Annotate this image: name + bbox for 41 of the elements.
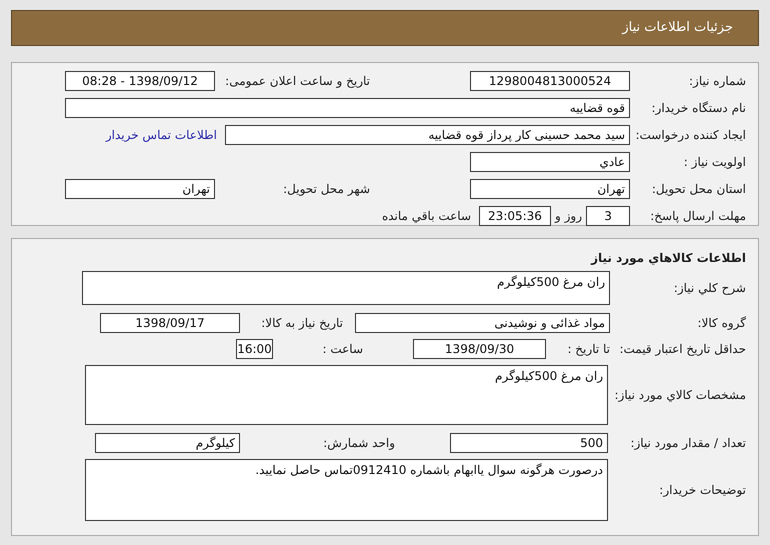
- value-field: 16:00: [236, 339, 273, 359]
- field-label: ساعت باقي مانده: [382, 208, 471, 225]
- field-label: واحد شمارش:: [322, 435, 396, 452]
- field-label: شرح کلي نياز:: [672, 280, 746, 297]
- value-field: 23:05:36: [479, 206, 551, 226]
- value-field: تهران: [470, 179, 630, 199]
- value-field: 1398/09/17: [100, 313, 240, 333]
- field-label: ساعت :: [321, 341, 364, 358]
- contact-link[interactable]: اطلاعات تماس خریدار: [106, 126, 217, 144]
- field-label: شماره نیاز:: [688, 73, 746, 90]
- field-label: تا تاریخ :: [566, 341, 610, 358]
- field-label: مهلت ارسال پاسخ:: [649, 208, 746, 225]
- value-field: تهران: [65, 179, 215, 199]
- field-label: روز و: [555, 208, 582, 225]
- value-field: عادي: [470, 152, 630, 172]
- field-label: توضیحات خریدار:: [658, 482, 746, 499]
- value-field: ران مرغ 500کیلوگرم: [85, 365, 608, 425]
- field-label: ایجاد کننده درخواست:: [634, 127, 746, 144]
- field-label: اولویت نیاز :: [682, 154, 746, 171]
- section-title: اطلاعات کالاهاي مورد نياز: [590, 250, 746, 267]
- field-label: استان محل تحویل:: [650, 181, 746, 198]
- field-label: مشخصات کالاي مورد نياز:: [613, 387, 746, 404]
- value-field: قوه قضاییه: [65, 98, 630, 118]
- value-field: 1398/09/12 - 08:28: [65, 71, 215, 91]
- value-field: کیلوگرم: [95, 433, 240, 453]
- value-field: 1298004813000524: [470, 71, 630, 91]
- field-label: گروه کالا:: [696, 315, 746, 332]
- value-field: سید محمد حسینی کار پرداز قوه قضاییه: [225, 125, 630, 145]
- value-field: 500: [450, 433, 608, 453]
- field-label: تاریخ نیاز به کالا:: [260, 315, 344, 332]
- field-label: شهر محل تحویل:: [282, 181, 370, 198]
- value-field: درصورت هرگونه سوال یاابهام باشماره 0912410تماس حاصل نمایید.: [85, 459, 608, 521]
- value-field: مواد غذائی و نوشیدنی: [355, 313, 610, 333]
- value-field: 3: [586, 206, 630, 226]
- field-label: تعداد / مقدار مورد نیاز:: [629, 435, 746, 452]
- field-label: حداقل تاریخ اعتبار قیمت:: [618, 341, 746, 358]
- value-field: ران مرغ 500کیلوگرم: [82, 271, 610, 305]
- field-label: تاریخ و ساعت اعلان عمومی:: [224, 73, 370, 90]
- page-title: جزئیات اطلاعات نیاز: [622, 19, 733, 38]
- field-label: نام دستگاه خریدار:: [650, 100, 746, 117]
- value-field: 1398/09/30: [413, 339, 546, 359]
